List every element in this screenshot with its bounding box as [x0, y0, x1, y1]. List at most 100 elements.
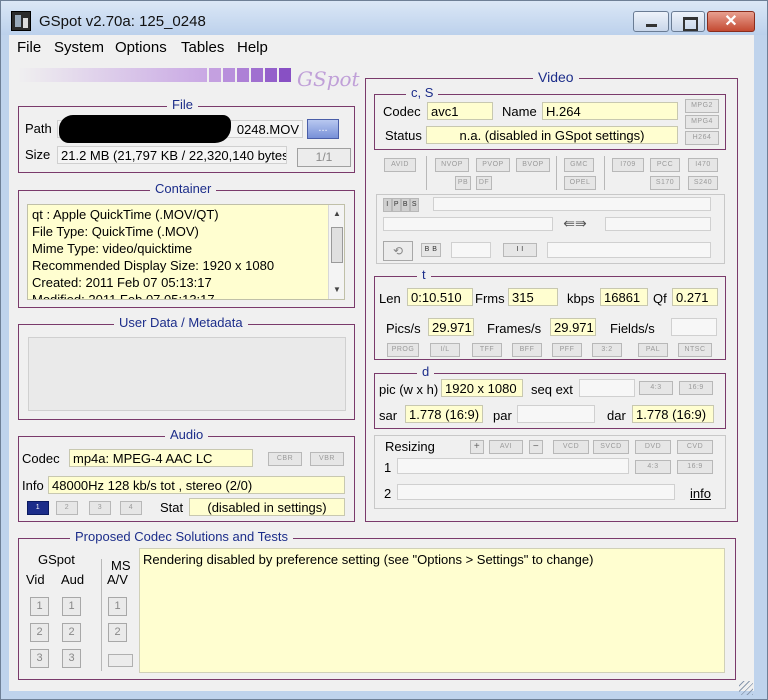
- frame-type-i[interactable]: I: [383, 198, 392, 212]
- pff-button[interactable]: PFF: [552, 343, 582, 357]
- ar-43-button[interactable]: 4:3: [639, 381, 673, 395]
- proposed-message-box[interactable]: Rendering disabled by preference setting…: [139, 548, 725, 673]
- frame-type-p[interactable]: P: [392, 198, 401, 212]
- container-group-title: Container: [150, 181, 217, 197]
- container-group: Container qt : Apple QuickTime (.MOV/QT)…: [18, 181, 355, 308]
- page-indicator-button[interactable]: 1/1: [297, 148, 351, 167]
- qf-label: Qf: [653, 291, 667, 306]
- resize-grip[interactable]: [739, 681, 753, 695]
- resize-minus-button[interactable]: −: [529, 440, 543, 454]
- swap-arrows-icon[interactable]: ⇚⇛: [561, 215, 589, 231]
- container-line: Created: 2011 Feb 07 05:13:17: [32, 275, 212, 290]
- container-line: File Type: QuickTime (.MOV): [32, 224, 199, 239]
- pulldown-button[interactable]: 3:2: [592, 343, 622, 357]
- il-button[interactable]: I/L: [430, 343, 460, 357]
- avid-flag[interactable]: AVID: [384, 158, 416, 172]
- pal-button[interactable]: PAL: [638, 343, 668, 357]
- s170-flag[interactable]: S170: [650, 176, 680, 190]
- minimize-button[interactable]: [633, 11, 669, 32]
- audio-info-field: 48000Hz 128 kb/s tot , stereo (2/0): [48, 476, 345, 494]
- audio-group: Audio Codec mp4a: MPEG-4 AAC LC CBR VBR …: [18, 427, 355, 522]
- av-test-2[interactable]: 2: [108, 623, 127, 642]
- menu-options[interactable]: Options: [115, 39, 167, 56]
- opel-flag[interactable]: OPEL: [564, 176, 596, 190]
- audio-stream-3[interactable]: 3: [89, 501, 111, 515]
- bvop-flag[interactable]: BVOP: [516, 158, 550, 172]
- refresh-icon[interactable]: ⟲: [383, 241, 413, 261]
- resize-169-button[interactable]: 16:9: [677, 460, 713, 474]
- vid-test-3[interactable]: 3: [30, 649, 49, 668]
- s240-flag[interactable]: S240: [688, 176, 718, 190]
- frame-type-s[interactable]: S: [410, 198, 419, 212]
- prog-button[interactable]: PROG: [387, 343, 419, 357]
- vcd-button[interactable]: VCD: [553, 440, 589, 454]
- proposed-group-title: Proposed Codec Solutions and Tests: [70, 529, 293, 545]
- file-group: File Path 0248.MOV ... Size 21.2 MB (21,…: [18, 97, 355, 173]
- resize-43-button[interactable]: 4:3: [635, 460, 671, 474]
- aud-test-2[interactable]: 2: [62, 623, 81, 642]
- userdata-box[interactable]: [28, 337, 346, 411]
- resize-row1-field: [397, 458, 629, 474]
- audio-stream-1[interactable]: 1: [27, 501, 49, 515]
- container-info-list[interactable]: qt : Apple QuickTime (.MOV/QT) File Type…: [27, 204, 345, 300]
- menu-file[interactable]: File: [17, 39, 41, 56]
- resize-avi-button[interactable]: AVI: [489, 440, 523, 454]
- pb-flag[interactable]: PB: [455, 176, 471, 190]
- h264-button[interactable]: H264: [685, 131, 719, 145]
- close-button[interactable]: ✕: [707, 11, 755, 32]
- mpg2-button[interactable]: MPG2: [685, 99, 719, 113]
- video-codec-field: avc1: [427, 102, 493, 120]
- app-icon[interactable]: [11, 11, 31, 31]
- scroll-up-icon[interactable]: ▲: [333, 209, 341, 218]
- tff-button[interactable]: TFF: [472, 343, 502, 357]
- scroll-thumb[interactable]: [331, 227, 343, 263]
- cvd-button[interactable]: CVD: [677, 440, 713, 454]
- svcd-button[interactable]: SVCD: [593, 440, 629, 454]
- resize-plus-button[interactable]: +: [470, 440, 484, 454]
- scroll-down-icon[interactable]: ▼: [333, 285, 341, 294]
- menu-help[interactable]: Help: [237, 39, 268, 56]
- t-title: t: [417, 267, 431, 283]
- bb-indicator: B B: [421, 243, 441, 257]
- audio-stream-4[interactable]: 4: [120, 501, 142, 515]
- resize-row2-field: [397, 484, 675, 500]
- av-test-blank[interactable]: [108, 654, 133, 667]
- qf-field: 0.271: [672, 288, 718, 306]
- menu-system[interactable]: System: [54, 39, 104, 56]
- aud-test-1[interactable]: 1: [62, 597, 81, 616]
- vid-test-2[interactable]: 2: [30, 623, 49, 642]
- frms-label: Frms: [475, 291, 505, 306]
- bff-button[interactable]: BFF: [512, 343, 542, 357]
- pics-label: Pics/s: [386, 321, 421, 336]
- frame-type-b[interactable]: B: [401, 198, 410, 212]
- ntsc-button[interactable]: NTSC: [678, 343, 712, 357]
- gmc-flag[interactable]: GMC: [564, 158, 594, 172]
- i709-flag[interactable]: I709: [612, 158, 644, 172]
- pcc-flag[interactable]: PCC: [650, 158, 680, 172]
- vid-test-1[interactable]: 1: [30, 597, 49, 616]
- ar-169-button[interactable]: 16:9: [679, 381, 713, 395]
- audio-stream-2[interactable]: 2: [56, 501, 78, 515]
- resize-row2-label: 2: [384, 486, 392, 501]
- av-test-1[interactable]: 1: [108, 597, 127, 616]
- browse-button[interactable]: ...: [307, 119, 339, 139]
- mpg4-button[interactable]: MPG4: [685, 115, 719, 129]
- info-link[interactable]: info: [690, 486, 711, 502]
- video-name-field: H.264: [542, 102, 678, 120]
- df-flag[interactable]: DF: [476, 176, 492, 190]
- len-label: Len: [379, 291, 401, 306]
- i470-flag[interactable]: I470: [688, 158, 718, 172]
- aud-test-3[interactable]: 3: [62, 649, 81, 668]
- menu-tables[interactable]: Tables: [181, 39, 224, 56]
- dvd-button[interactable]: DVD: [635, 440, 671, 454]
- audio-group-title: Audio: [165, 427, 209, 443]
- frames-field: 29.971: [550, 318, 596, 336]
- cbr-button[interactable]: CBR: [268, 452, 302, 466]
- gspot-label: GSpot: [38, 552, 75, 567]
- title-bar[interactable]: GSpot v2.70a: 125_0248 ✕: [1, 1, 767, 35]
- maximize-button[interactable]: [671, 11, 705, 32]
- nvop-flag[interactable]: NVOP: [435, 158, 469, 172]
- pvop-flag[interactable]: PVOP: [476, 158, 510, 172]
- container-scrollbar[interactable]: ▲ ▼: [328, 205, 344, 299]
- vbr-button[interactable]: VBR: [310, 452, 344, 466]
